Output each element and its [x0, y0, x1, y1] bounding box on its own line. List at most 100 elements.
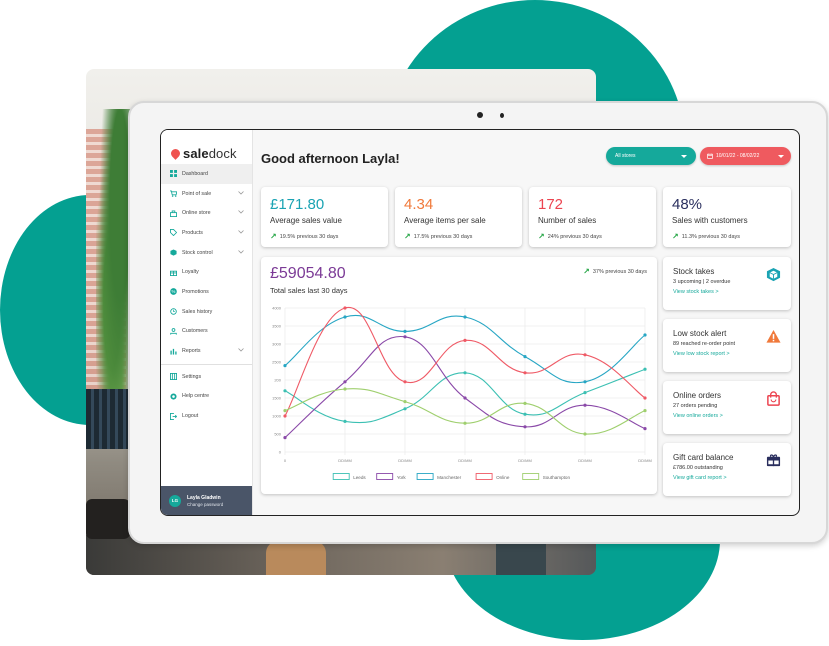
data-point-online	[343, 306, 347, 310]
x-tick-label: DD/MM	[398, 458, 412, 463]
chevron-down-icon[interactable]	[238, 249, 244, 256]
card-title: Online orders	[673, 391, 722, 400]
stat-card-number-of-sales[interactable]: 172 Number of sales ↗ 24% previous 30 day…	[529, 187, 656, 247]
sidebar-item-sales-history[interactable]: Sales history	[161, 302, 252, 322]
data-point-leeds	[643, 367, 647, 371]
sidebar-item-promotions[interactable]: % Promotions	[161, 282, 252, 302]
stock-takes-card[interactable]: Stock takes 3 upcoming | 2 overdue View …	[663, 257, 791, 310]
legend-swatch-manchester	[416, 473, 434, 480]
bar-chart-icon	[170, 348, 177, 355]
stat-value: 48%	[672, 196, 703, 213]
stat-trend: 11.3% previous 30 days	[681, 233, 740, 240]
camera-icon	[477, 112, 483, 118]
stat-value: 4.34	[404, 196, 434, 213]
low-stock-alert-card[interactable]: Low stock alert 89 reached re-order poin…	[663, 319, 791, 372]
divider	[161, 363, 252, 365]
sidebar-item-label: Stock control	[182, 249, 213, 256]
data-point-leeds	[343, 419, 347, 423]
sidebar-item-label: Customers	[182, 328, 208, 335]
logout-icon	[170, 412, 177, 420]
stat-card-average-sales[interactable]: £171.80 Average sales value ↗ 19.5% previ…	[261, 187, 388, 247]
x-tick-label: DD/MM	[458, 458, 472, 463]
sidebar-item-products[interactable]: Products	[161, 223, 252, 243]
sidebar-item-logout[interactable]: Logout	[161, 406, 252, 426]
date-range-picker[interactable]: 10/01/22 - 08/02/22	[700, 147, 791, 165]
card-title: Gift card balance	[673, 453, 734, 462]
sidebar-item-customers[interactable]: Customers	[161, 322, 252, 342]
sidebar-item-label: Products	[182, 229, 203, 236]
gift-card-balance-card[interactable]: Gift card balance £786.00 outstanding Vi…	[663, 443, 791, 496]
view-gift-card-report-link[interactable]: View gift card report >	[673, 475, 781, 481]
app-screen: saledock Dashboard Point of sale Online st…	[160, 129, 800, 516]
x-tick-label: DD/MM	[638, 458, 652, 463]
grid-icon	[170, 170, 177, 178]
sidebar-item-settings[interactable]: Settings	[161, 367, 252, 387]
view-online-orders-link[interactable]: View online orders >	[673, 413, 781, 419]
view-stock-takes-link[interactable]: View stock takes >	[673, 289, 781, 295]
data-point-manchester	[463, 315, 467, 319]
user-icon	[170, 328, 177, 335]
tag-icon	[170, 229, 177, 237]
sidebar-item-point-of-sale[interactable]: Point of sale	[161, 184, 252, 204]
data-point-online	[643, 396, 647, 400]
y-tick-label: 1000	[272, 414, 282, 419]
help-icon	[170, 393, 177, 400]
chevron-down-icon	[778, 154, 784, 158]
avatar: LG	[169, 494, 181, 507]
sidebar-nav-secondary: Settings Help centre Logout	[161, 367, 252, 426]
sensor-icon	[500, 113, 504, 118]
sidebar-item-dashboard[interactable]: Dashboard	[161, 164, 252, 184]
legend-swatch-southampton	[522, 473, 540, 480]
data-point-york	[643, 427, 647, 431]
legend-label: Southampton	[543, 475, 571, 480]
card-desc: 27 orders pending	[673, 403, 718, 409]
stat-card-average-items[interactable]: 4.34 Average items per sale ↗ 17.5% previ…	[395, 187, 522, 247]
data-point-southampton	[463, 421, 467, 425]
sidebar-item-label: Point of sale	[182, 190, 212, 197]
tablet-device: saledock Dashboard Point of sale Online st…	[128, 101, 828, 544]
logo[interactable]: saledock	[161, 130, 252, 162]
sidebar-nav: Dashboard Point of sale Online store Produc…	[161, 164, 252, 361]
chevron-down-icon	[681, 154, 687, 158]
chevron-down-icon[interactable]	[238, 230, 244, 236]
sidebar-item-reports[interactable]: Reports	[161, 341, 252, 361]
sidebar-item-online-store[interactable]: Online store	[161, 203, 252, 223]
chevron-down-icon[interactable]	[238, 190, 244, 197]
sidebar-item-label: Logout	[182, 413, 199, 420]
user-name: Layla Gladwin	[187, 494, 221, 501]
warning-icon	[766, 329, 781, 343]
dashboard-main: Good afternoon Layla! All stores 10/01/2…	[253, 130, 799, 515]
change-password-link[interactable]: Change password	[187, 502, 223, 507]
sidebar-item-stock-control[interactable]: Stock control	[161, 243, 252, 263]
legend-swatch-york	[376, 473, 394, 480]
user-profile[interactable]: LG Layla Gladwin Change password	[161, 486, 252, 515]
chevron-down-icon[interactable]	[238, 210, 244, 216]
y-tick-label: 4000	[272, 306, 282, 311]
sidebar-item-help-centre[interactable]: Help centre	[161, 387, 252, 407]
data-point-manchester	[583, 380, 587, 384]
trend-up-icon: ↗	[672, 232, 679, 241]
y-tick-label: 2500	[272, 360, 282, 365]
legend-label: Manchester	[437, 475, 461, 480]
card-desc: 3 upcoming | 2 overdue	[673, 279, 731, 285]
data-point-southampton	[283, 409, 287, 413]
sidebar-item-label: Dashboard	[182, 170, 208, 177]
data-point-online	[283, 414, 287, 418]
sidebar-item-loyalty[interactable]: Loyalty	[161, 262, 252, 282]
store-filter-dropdown[interactable]: All stores	[606, 147, 696, 165]
data-point-southampton	[403, 400, 407, 404]
card-title: Stock takes	[673, 267, 715, 276]
view-low-stock-link[interactable]: View low stock report >	[673, 351, 781, 357]
data-point-southampton	[343, 387, 347, 391]
y-tick-label: 500	[274, 432, 281, 437]
data-point-online	[403, 380, 407, 384]
sidebar-item-label: Online store	[182, 210, 211, 217]
card-title: Low stock alert	[673, 329, 727, 338]
y-tick-label: 3000	[272, 342, 282, 347]
data-point-leeds	[283, 389, 287, 393]
chevron-down-icon[interactable]	[238, 348, 244, 354]
page-title: Good afternoon Layla!	[261, 151, 400, 166]
online-orders-card[interactable]: Online orders 27 orders pending View onl…	[663, 381, 791, 434]
gift-icon	[170, 269, 177, 276]
stat-card-sales-with-customers[interactable]: 48% Sales with customers ↗ 11.3% previous…	[663, 187, 791, 247]
